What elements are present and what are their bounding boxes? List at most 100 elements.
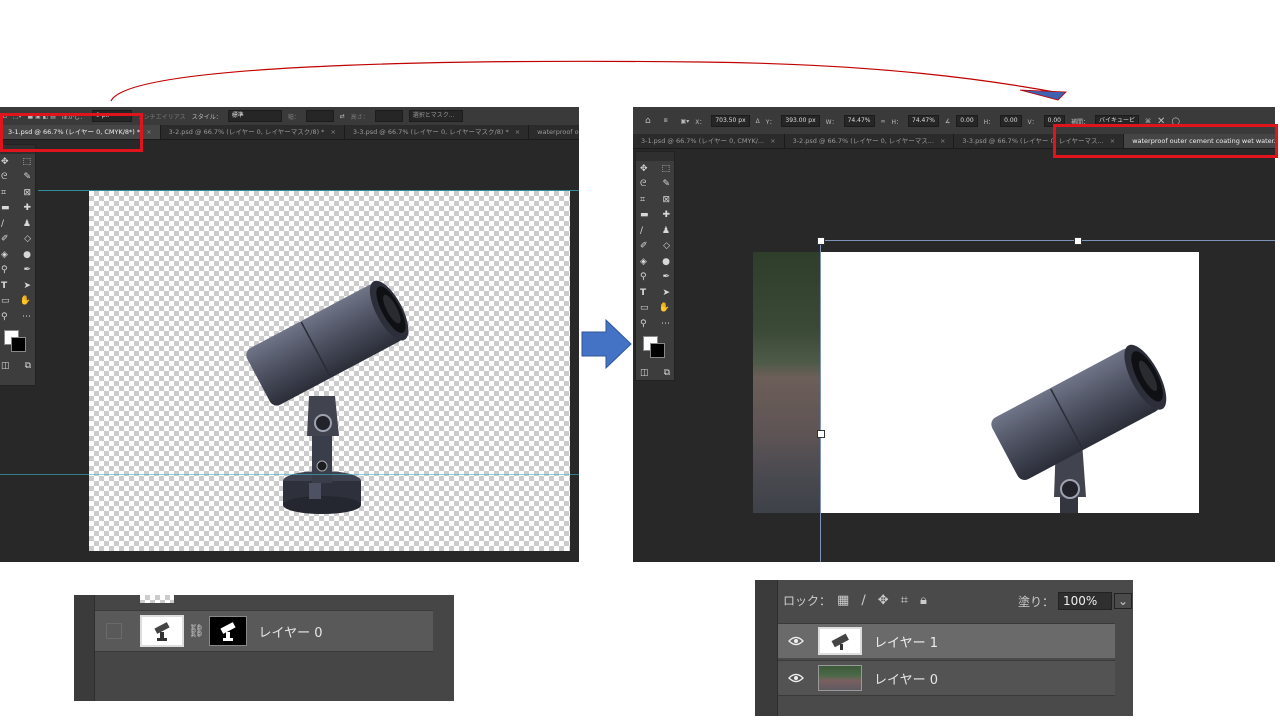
style-select[interactable]: 標準 xyxy=(227,110,282,122)
lock-artboard-icon[interactable]: ⌗ xyxy=(901,593,908,608)
swap-icon[interactable]: ⇄ xyxy=(340,113,345,120)
tab-3-2[interactable]: 3-2.psd @ 66.7% (レイヤー 0, レイヤーマス... × xyxy=(785,134,955,148)
rect-shape-icon[interactable]: ▭ xyxy=(1,296,10,306)
rect-shape-icon[interactable]: ▭ xyxy=(640,303,649,313)
fill-dropdown-icon[interactable]: ⌄ xyxy=(1114,593,1133,609)
hand-tool-icon[interactable]: ✋ xyxy=(659,303,670,313)
eye-icon[interactable] xyxy=(788,636,804,646)
style-label: スタイル： xyxy=(191,113,222,121)
tab-3-2[interactable]: 3-2.psd @ 66.7% (レイヤー 0, レイヤーマスク/8) * × xyxy=(161,125,345,139)
brush-tool-icon[interactable]: ∕ xyxy=(640,226,643,236)
close-icon[interactable]: × xyxy=(330,128,335,136)
reference-point-icon[interactable]: ▣▾ xyxy=(681,118,690,125)
quick-select-tool-icon[interactable]: ✎ xyxy=(662,179,670,189)
background-color-swatch[interactable] xyxy=(11,336,26,352)
zoom-tool-icon[interactable]: ⚲ xyxy=(1,312,8,322)
quick-mask-icon[interactable]: ◫ xyxy=(640,368,649,378)
frame-tool-icon[interactable]: ⊠ xyxy=(662,195,670,205)
lock-image-pixels-icon[interactable]: ∕ xyxy=(861,593,865,608)
transform-handle-top-middle[interactable] xyxy=(1074,237,1082,245)
crop-tool-icon[interactable]: ⌗ xyxy=(640,195,645,205)
lock-label: ロック： xyxy=(783,594,832,608)
screen-mode-icon[interactable]: ⧉ xyxy=(664,368,670,378)
transform-handle-middle-left[interactable] xyxy=(817,430,825,438)
screen-mode-icon[interactable]: ⧉ xyxy=(25,361,31,371)
lasso-tool-icon[interactable]: ᘓ xyxy=(640,179,646,189)
hand-tool-icon[interactable]: ✋ xyxy=(20,296,31,306)
close-icon[interactable]: × xyxy=(770,137,775,145)
crop-tool-icon[interactable]: ⌗ xyxy=(1,188,6,198)
height-input[interactable] xyxy=(374,110,403,122)
eraser-tool-icon[interactable]: ◇ xyxy=(663,241,670,251)
lock-all-icon[interactable]: 🔒︎ xyxy=(920,593,927,608)
chain-link-icon[interactable]: ⛓ xyxy=(188,624,205,639)
lock-position-icon[interactable]: ✥ xyxy=(878,593,889,608)
marquee-tool-icon[interactable]: ⬚ xyxy=(661,164,670,174)
quick-select-tool-icon[interactable]: ✎ xyxy=(23,172,31,182)
link-icon[interactable]: ∞ xyxy=(881,118,886,125)
tab-waterproof[interactable]: waterproof outer cement coating wet wat xyxy=(529,125,579,139)
antialias-checkbox[interactable]: アンチエイリアス xyxy=(138,112,186,121)
layer-row[interactable]: ⛓ レイヤー 0 xyxy=(95,610,433,652)
home-icon[interactable]: ⌂ xyxy=(645,116,651,126)
close-icon[interactable]: × xyxy=(515,128,520,136)
dodge-tool-icon[interactable]: ⚲ xyxy=(1,265,8,275)
angle-input[interactable]: 0.00 xyxy=(956,115,978,127)
select-and-mask-button[interactable]: 選択とマスク... xyxy=(408,110,463,122)
dodge-tool-icon[interactable]: ⚲ xyxy=(640,272,647,282)
transform-preset-icon[interactable]: ⧈ xyxy=(664,117,668,125)
ruler-tool-icon[interactable]: ▬ xyxy=(1,203,10,213)
stamp-tool-icon[interactable]: ♟ xyxy=(23,219,31,229)
relative-position-icon[interactable]: Δ xyxy=(756,118,760,125)
quick-mask-icon[interactable]: ◫ xyxy=(1,361,10,371)
layer-row-selected[interactable]: レイヤー 1 xyxy=(778,623,1115,658)
blur-tool-icon[interactable]: ● xyxy=(662,257,670,267)
move-tool-icon[interactable]: ✥ xyxy=(1,157,9,167)
visibility-toggle-empty[interactable] xyxy=(106,623,122,639)
transform-handle-top-left[interactable] xyxy=(817,237,825,245)
type-tool-icon[interactable]: T xyxy=(640,288,646,298)
history-brush-icon[interactable]: ✐ xyxy=(640,241,648,251)
pen-tool-icon[interactable]: ✒ xyxy=(662,272,670,282)
x-input[interactable]: 703.50 px xyxy=(711,115,750,127)
lasso-tool-icon[interactable]: ᘓ xyxy=(1,172,7,182)
close-icon[interactable]: × xyxy=(146,128,151,136)
hskew-input[interactable]: 0.00 xyxy=(1000,115,1022,127)
path-select-icon[interactable]: ➤ xyxy=(662,288,670,298)
more-tools-icon[interactable]: ⋯ xyxy=(22,312,31,322)
path-select-icon[interactable]: ➤ xyxy=(23,281,31,291)
width-input[interactable] xyxy=(305,110,334,122)
tab-3-3[interactable]: 3-3.psd @ 66.7% (レイヤー 0, レイヤーマスク/8) * × xyxy=(345,125,530,139)
eraser-tool-icon[interactable]: ◇ xyxy=(24,234,31,244)
healing-tool-icon[interactable]: ✚ xyxy=(662,210,670,220)
fill-input[interactable]: 100% xyxy=(1058,592,1113,610)
tab-3-1[interactable]: 3-1.psd @ 66.7% (レイヤー 0, CMYK/... × xyxy=(633,134,785,148)
more-tools-icon[interactable]: ⋯ xyxy=(661,319,670,329)
bucket-tool-icon[interactable]: ◈ xyxy=(640,257,647,267)
background-color-swatch[interactable] xyxy=(650,342,665,358)
y-input[interactable]: 393.00 px xyxy=(781,115,820,127)
blur-tool-icon[interactable]: ● xyxy=(23,250,31,260)
eye-icon[interactable] xyxy=(788,673,804,683)
stamp-tool-icon[interactable]: ♟ xyxy=(662,226,670,236)
marquee-tool-icon[interactable]: ⬚ xyxy=(22,157,31,167)
h-input[interactable]: 74.47% xyxy=(908,115,939,127)
transform-bounding-box[interactable] xyxy=(820,240,1275,562)
pen-tool-icon[interactable]: ✒ xyxy=(23,265,31,275)
type-tool-icon[interactable]: T xyxy=(1,281,7,291)
ruler-tool-icon[interactable]: ▬ xyxy=(640,210,649,220)
lock-transparent-pixels-icon[interactable]: ▦ xyxy=(837,593,849,608)
healing-tool-icon[interactable]: ✚ xyxy=(23,203,31,213)
brush-tool-icon[interactable]: ∕ xyxy=(1,219,4,229)
left-tools-panel: ✥ ⬚ ᘓ ✎ ⌗ ⊠ ▬ ✚ ∕ ♟ ✐ ◇ ◈ ● ⚲ ✒ T ➤ ▭ ✋ ⚲ ⋯ ◫ ⧉ xyxy=(0,144,36,386)
history-brush-icon[interactable]: ✐ xyxy=(1,234,9,244)
bucket-tool-icon[interactable]: ◈ xyxy=(1,250,8,260)
close-icon[interactable]: × xyxy=(940,137,945,145)
fill-row: 塗り： 100% ⌄ xyxy=(1018,592,1133,610)
panel-left-edge xyxy=(74,595,95,701)
frame-tool-icon[interactable]: ⊠ xyxy=(23,188,31,198)
move-tool-icon[interactable]: ✥ xyxy=(640,164,648,174)
layer-row[interactable]: レイヤー 0 xyxy=(778,660,1115,696)
zoom-tool-icon[interactable]: ⚲ xyxy=(640,319,647,329)
w-input[interactable]: 74.47% xyxy=(843,115,875,127)
